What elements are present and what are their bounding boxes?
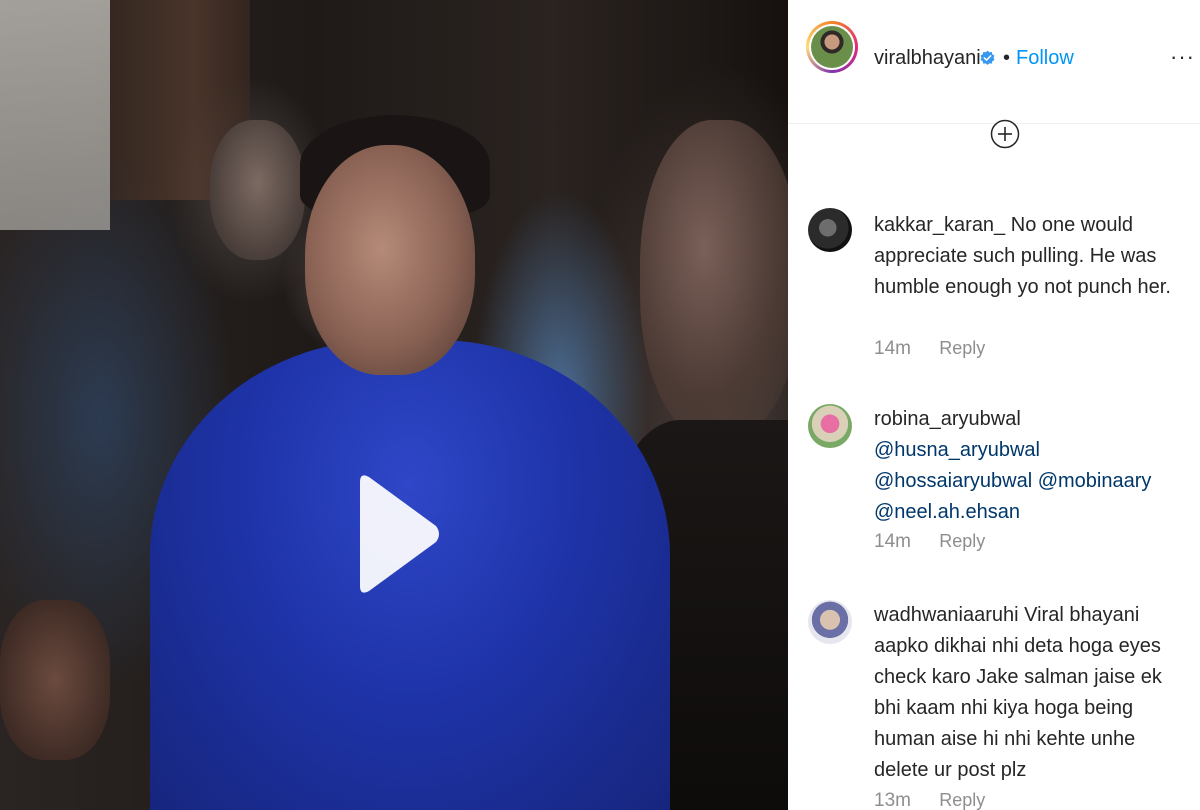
video-background-wall [0,0,110,230]
post-video[interactable] [0,0,788,810]
comment-username[interactable]: kakkar_karan_ [874,214,1005,236]
reply-button[interactable]: Reply [939,531,985,552]
comment-time[interactable]: 14m [874,338,934,360]
comment-meta: 14m Reply [874,531,985,553]
commenter-avatar[interactable] [808,208,852,252]
play-button[interactable] [352,472,442,596]
play-icon [360,475,439,593]
follow-button[interactable]: Follow [1016,47,1074,70]
video-foreground-person [640,120,788,440]
comment-meta: 13m Reply [874,790,985,810]
mention-link[interactable]: @mobinaary [1038,470,1152,492]
comment-username[interactable]: wadhwaniaaruhi [874,604,1019,626]
video-subject-face [305,145,475,375]
comment-meta: 14m Reply [874,338,985,360]
separator-dot: • [1003,47,1011,69]
mention-link[interactable]: @neel.ah.ehsan [874,501,1020,523]
comment-username[interactable]: robina_aryubwal [874,408,1021,430]
avatar[interactable] [806,21,858,73]
comment-body: robina_aryubwal @husna_aryubwal @hossaia… [874,404,1186,528]
video-background-person [210,120,305,260]
post-header: viralbhayani • Follow ··· [788,0,1200,124]
verified-badge-icon [980,50,995,65]
comment-body: kakkar_karan_ No one would appreciate su… [874,210,1186,303]
commenter-avatar[interactable] [808,600,852,644]
more-options-button[interactable]: ··· [1170,44,1195,70]
plus-circle-icon [990,119,1020,149]
avatar-image [811,26,853,68]
load-more-comments-button[interactable] [990,119,1020,149]
reply-button[interactable]: Reply [939,338,985,359]
reply-button[interactable]: Reply [939,790,985,810]
mention-link[interactable]: @hossaiaryubwal [874,470,1032,492]
post-sidebar: viralbhayani • Follow ··· kakkar_karan_ … [788,0,1200,810]
comment-time[interactable]: 13m [874,790,934,810]
commenter-avatar[interactable] [808,404,852,448]
comment-body: wadhwaniaaruhi Viral bhayani aapko dikha… [874,600,1186,786]
video-hand [0,600,110,760]
comment-time[interactable]: 14m [874,531,934,553]
post-username[interactable]: viralbhayani [874,47,981,70]
mention-link[interactable]: @husna_aryubwal [874,439,1040,461]
comment-text: Viral bhayani aapko dikhai nhi deta hoga… [874,604,1162,781]
